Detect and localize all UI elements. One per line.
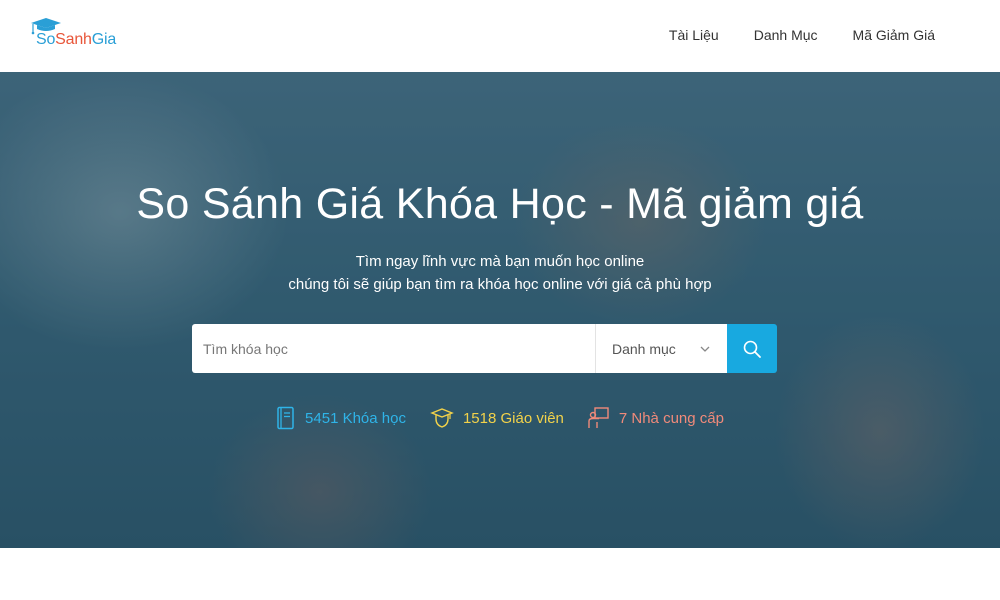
nav-item-ma-giam-gia[interactable]: Mã Giảm Giá — [853, 27, 935, 43]
search-bar: Danh mục — [192, 324, 777, 373]
site-header: SoSanhGia Tài Liệu Danh Mục Mã Giảm Giá — [0, 0, 1000, 72]
presenter-icon — [588, 407, 609, 428]
hero-subtitle-line-2: chúng tôi sẽ giúp bạn tìm ra khóa học on… — [288, 276, 712, 293]
stat-providers: 7 Nhà cung cấp — [588, 406, 724, 430]
stat-courses: 5451 Khóa học — [276, 406, 406, 430]
stat-providers-label: 7 Nhà cung cấp — [618, 409, 724, 427]
stat-teachers: 1518 Giáo viên — [430, 406, 564, 430]
logo[interactable]: SoSanhGia — [27, 17, 127, 51]
hero-background-overlay — [0, 72, 1000, 548]
hero-title: So Sánh Giá Khóa Học - Mã giảm giá — [136, 180, 864, 228]
category-select[interactable]: Danh mục — [595, 324, 727, 373]
chevron-down-icon — [700, 346, 710, 352]
graduate-icon — [430, 408, 454, 428]
nav-item-tai-lieu[interactable]: Tài Liệu — [669, 27, 719, 43]
stats-row: 5451 Khóa học 1518 Giáo viên 7 Nhà cung … — [0, 406, 1000, 430]
search-button[interactable] — [727, 324, 777, 373]
logo-text-sanh: Sanh — [55, 31, 92, 48]
logo-text-gia: Gia — [91, 31, 117, 48]
logo-text: SoSanhGia — [36, 31, 116, 49]
search-icon — [743, 340, 761, 358]
stat-teachers-label: 1518 Giáo viên — [462, 409, 564, 427]
stat-courses-label: 5451 Khóa học — [305, 409, 406, 427]
nav-item-danh-muc[interactable]: Danh Mục — [754, 27, 818, 43]
hero-subtitle-line-1: Tìm ngay lĩnh vực mà bạn muốn học online — [355, 253, 645, 270]
search-input[interactable] — [192, 324, 595, 373]
hero-subtitle: Tìm ngay lĩnh vực mà bạn muốn học online… — [0, 250, 1000, 296]
main-nav: Tài Liệu Danh Mục Mã Giảm Giá — [634, 27, 935, 43]
logo-text-so: So — [36, 31, 56, 48]
book-icon — [277, 406, 294, 430]
hero-section: So Sánh Giá Khóa Học - Mã giảm giá Tìm n… — [0, 72, 1000, 548]
category-select-value: Danh mục — [612, 340, 676, 357]
